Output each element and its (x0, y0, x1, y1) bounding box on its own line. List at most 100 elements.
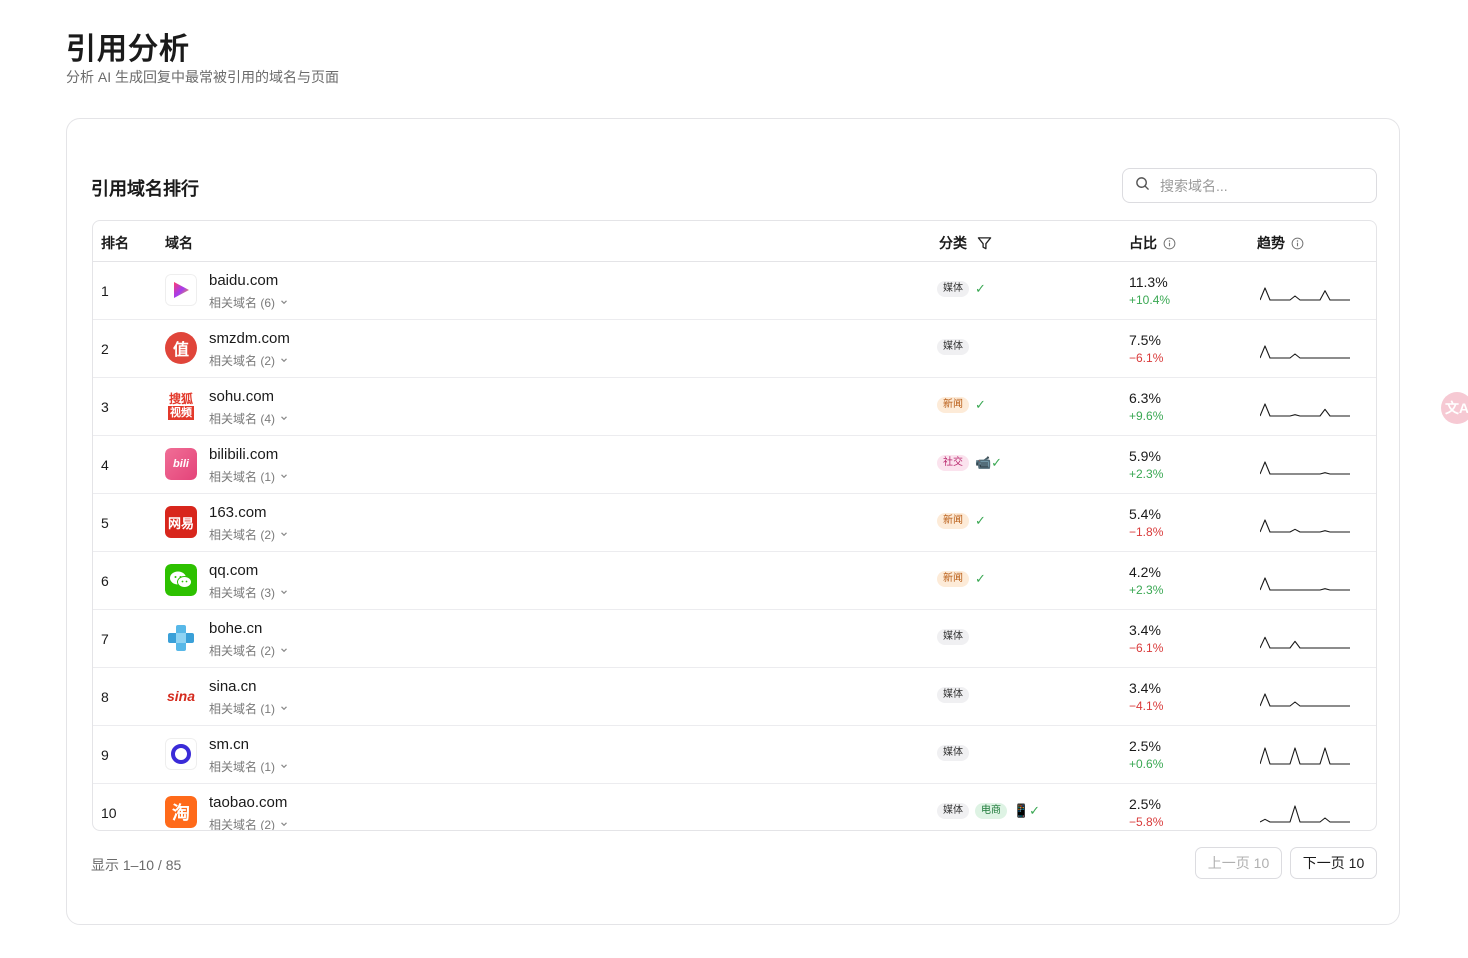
related-domains-label: 相关域名 (4) (209, 412, 276, 426)
rank-cell: 2 (101, 341, 109, 357)
next-page-button[interactable]: 下一页 10 (1290, 847, 1377, 879)
domain-link[interactable]: sohu.com (209, 388, 274, 405)
column-rank: 排名 (101, 233, 129, 253)
table-row[interactable]: 7 bohe.cn 相关域名 (2) 媒体 3.4% −6.1% (93, 610, 1376, 668)
category-tag: 媒体 (937, 745, 969, 761)
bohe-logo (165, 622, 197, 654)
category-cell: 媒体 (937, 687, 969, 703)
prev-page-button[interactable]: 上一页 10 (1195, 847, 1282, 879)
related-domains-toggle[interactable]: 相关域名 (2) (209, 642, 289, 659)
chevron-down-icon (279, 586, 289, 600)
table-row[interactable]: 1 baidu.com 相关域名 (6) 媒体 ✓ 11.3% +10.4% (93, 262, 1376, 320)
chevron-down-icon (279, 818, 289, 831)
table-row[interactable]: 5 网易 163.com 相关域名 (2) 新闻 ✓ 5.4% −1.8% (93, 494, 1376, 552)
share-delta: +9.6% (1129, 409, 1164, 423)
related-domains-toggle[interactable]: 相关域名 (2) (209, 526, 289, 543)
share-value: 2.5% (1129, 796, 1161, 812)
chevron-down-icon (279, 528, 289, 542)
citation-domains-card: 引用域名排行 排名 域名 分类 占比 趋势 (66, 118, 1400, 925)
domain-link[interactable]: sina.cn (209, 678, 257, 695)
category-cell: 新闻 ✓ (937, 571, 986, 587)
info-icon[interactable] (1291, 237, 1304, 250)
trend-sparkline (1260, 287, 1350, 301)
trend-sparkline (1260, 519, 1350, 533)
baidu-video-logo (165, 274, 197, 306)
related-domains-toggle[interactable]: 相关域名 (2) (209, 816, 289, 831)
table-row[interactable]: 6 qq.com 相关域名 (3) 新闻 ✓ 4.2% +2.3% (93, 552, 1376, 610)
trend-sparkline (1260, 805, 1350, 823)
related-domains-label: 相关域名 (6) (209, 296, 276, 310)
table-row[interactable]: 9 sm.cn 相关域名 (1) 媒体 2.5% +0.6% (93, 726, 1376, 784)
card-title: 引用域名排行 (91, 179, 199, 199)
column-domain: 域名 (165, 233, 193, 253)
domain-link[interactable]: sm.cn (209, 736, 249, 753)
verified-indicator: ✓ (975, 281, 986, 296)
category-tag: 媒体 (937, 629, 969, 645)
table-row[interactable]: 4 bili bilibili.com 相关域名 (1) 社交 📹✓ 5.9% +… (93, 436, 1376, 494)
share-value: 7.5% (1129, 332, 1161, 348)
related-domains-label: 相关域名 (2) (209, 528, 276, 542)
filter-icon[interactable] (977, 236, 992, 251)
domain-link[interactable]: taobao.com (209, 794, 287, 811)
translate-icon[interactable]: 文A (1441, 392, 1468, 424)
related-domains-toggle[interactable]: 相关域名 (2) (209, 352, 289, 369)
rank-cell: 6 (101, 573, 109, 589)
search-icon (1135, 176, 1150, 196)
category-cell: 媒体 ✓ (937, 281, 986, 297)
share-delta: +10.4% (1129, 293, 1171, 307)
related-domains-toggle[interactable]: 相关域名 (1) (209, 468, 289, 485)
wechat-logo (165, 564, 197, 596)
table-row[interactable]: 3 搜狐 视频 sohu.com 相关域名 (4) 新闻 ✓ 6.3% +9.6% (93, 378, 1376, 436)
trend-sparkline (1260, 747, 1350, 765)
related-domains-toggle[interactable]: 相关域名 (4) (209, 410, 289, 427)
trend-sparkline (1260, 403, 1350, 417)
column-trend: 趋势 (1257, 233, 1304, 253)
domain-link[interactable]: smzdm.com (209, 330, 290, 347)
trend-line (1260, 519, 1350, 533)
search-input[interactable] (1158, 176, 1372, 195)
column-share-label: 占比 (1129, 235, 1157, 251)
chevron-down-icon (279, 412, 289, 426)
related-domains-label: 相关域名 (2) (209, 818, 276, 831)
domain-link[interactable]: qq.com (209, 562, 258, 579)
related-domains-toggle[interactable]: 相关域名 (1) (209, 700, 289, 717)
rank-cell: 9 (101, 747, 109, 763)
domain-link[interactable]: bilibili.com (209, 446, 278, 463)
related-domains-toggle[interactable]: 相关域名 (6) (209, 294, 289, 311)
pagination-info: 显示 1–10 / 85 (91, 857, 182, 873)
trend-sparkline (1260, 636, 1350, 649)
rank-cell: 1 (101, 283, 109, 299)
share-value: 11.3% (1129, 274, 1168, 290)
related-domains-toggle[interactable]: 相关域名 (1) (209, 758, 289, 775)
share-value: 2.5% (1129, 738, 1161, 754)
search-box[interactable] (1122, 168, 1377, 203)
related-domains-toggle[interactable]: 相关域名 (3) (209, 584, 289, 601)
table-row[interactable]: 8 sina sina.cn 相关域名 (1) 媒体 3.4% −4.1% (93, 668, 1376, 726)
related-domains-label: 相关域名 (1) (209, 702, 276, 716)
trend-line (1260, 693, 1350, 707)
sm-logo (165, 738, 197, 770)
category-tag: 新闻 (937, 397, 969, 413)
chevron-down-icon (279, 470, 289, 484)
translate-label: 文A (1444, 400, 1468, 416)
table-row[interactable]: 10 淘 taobao.com 相关域名 (2) 媒体 电商 📱✓ 2.5% −5.… (93, 784, 1376, 831)
share-value: 5.4% (1129, 506, 1161, 522)
related-domains-label: 相关域名 (2) (209, 354, 276, 368)
table-header: 排名 域名 分类 占比 趋势 (93, 221, 1376, 262)
domain-link[interactable]: bohe.cn (209, 620, 262, 637)
category-cell: 媒体 电商 📱✓ (937, 803, 1040, 819)
domain-link[interactable]: 163.com (209, 504, 267, 521)
verified-indicator: 📹✓ (975, 455, 1003, 470)
smzdm-logo: 值 (165, 332, 197, 364)
domain-link[interactable]: baidu.com (209, 272, 278, 289)
column-share: 占比 (1129, 233, 1176, 253)
verified-indicator: ✓ (975, 513, 986, 528)
verified-indicator: 📱✓ (1013, 803, 1041, 818)
trend-sparkline (1260, 577, 1350, 591)
trend-line (1260, 636, 1350, 649)
rank-cell: 8 (101, 689, 109, 705)
netease-logo: 网易 (165, 506, 197, 538)
verified-indicator: ✓ (975, 397, 986, 412)
info-icon[interactable] (1163, 237, 1176, 250)
table-row[interactable]: 2 值 smzdm.com 相关域名 (2) 媒体 7.5% −6.1% (93, 320, 1376, 378)
